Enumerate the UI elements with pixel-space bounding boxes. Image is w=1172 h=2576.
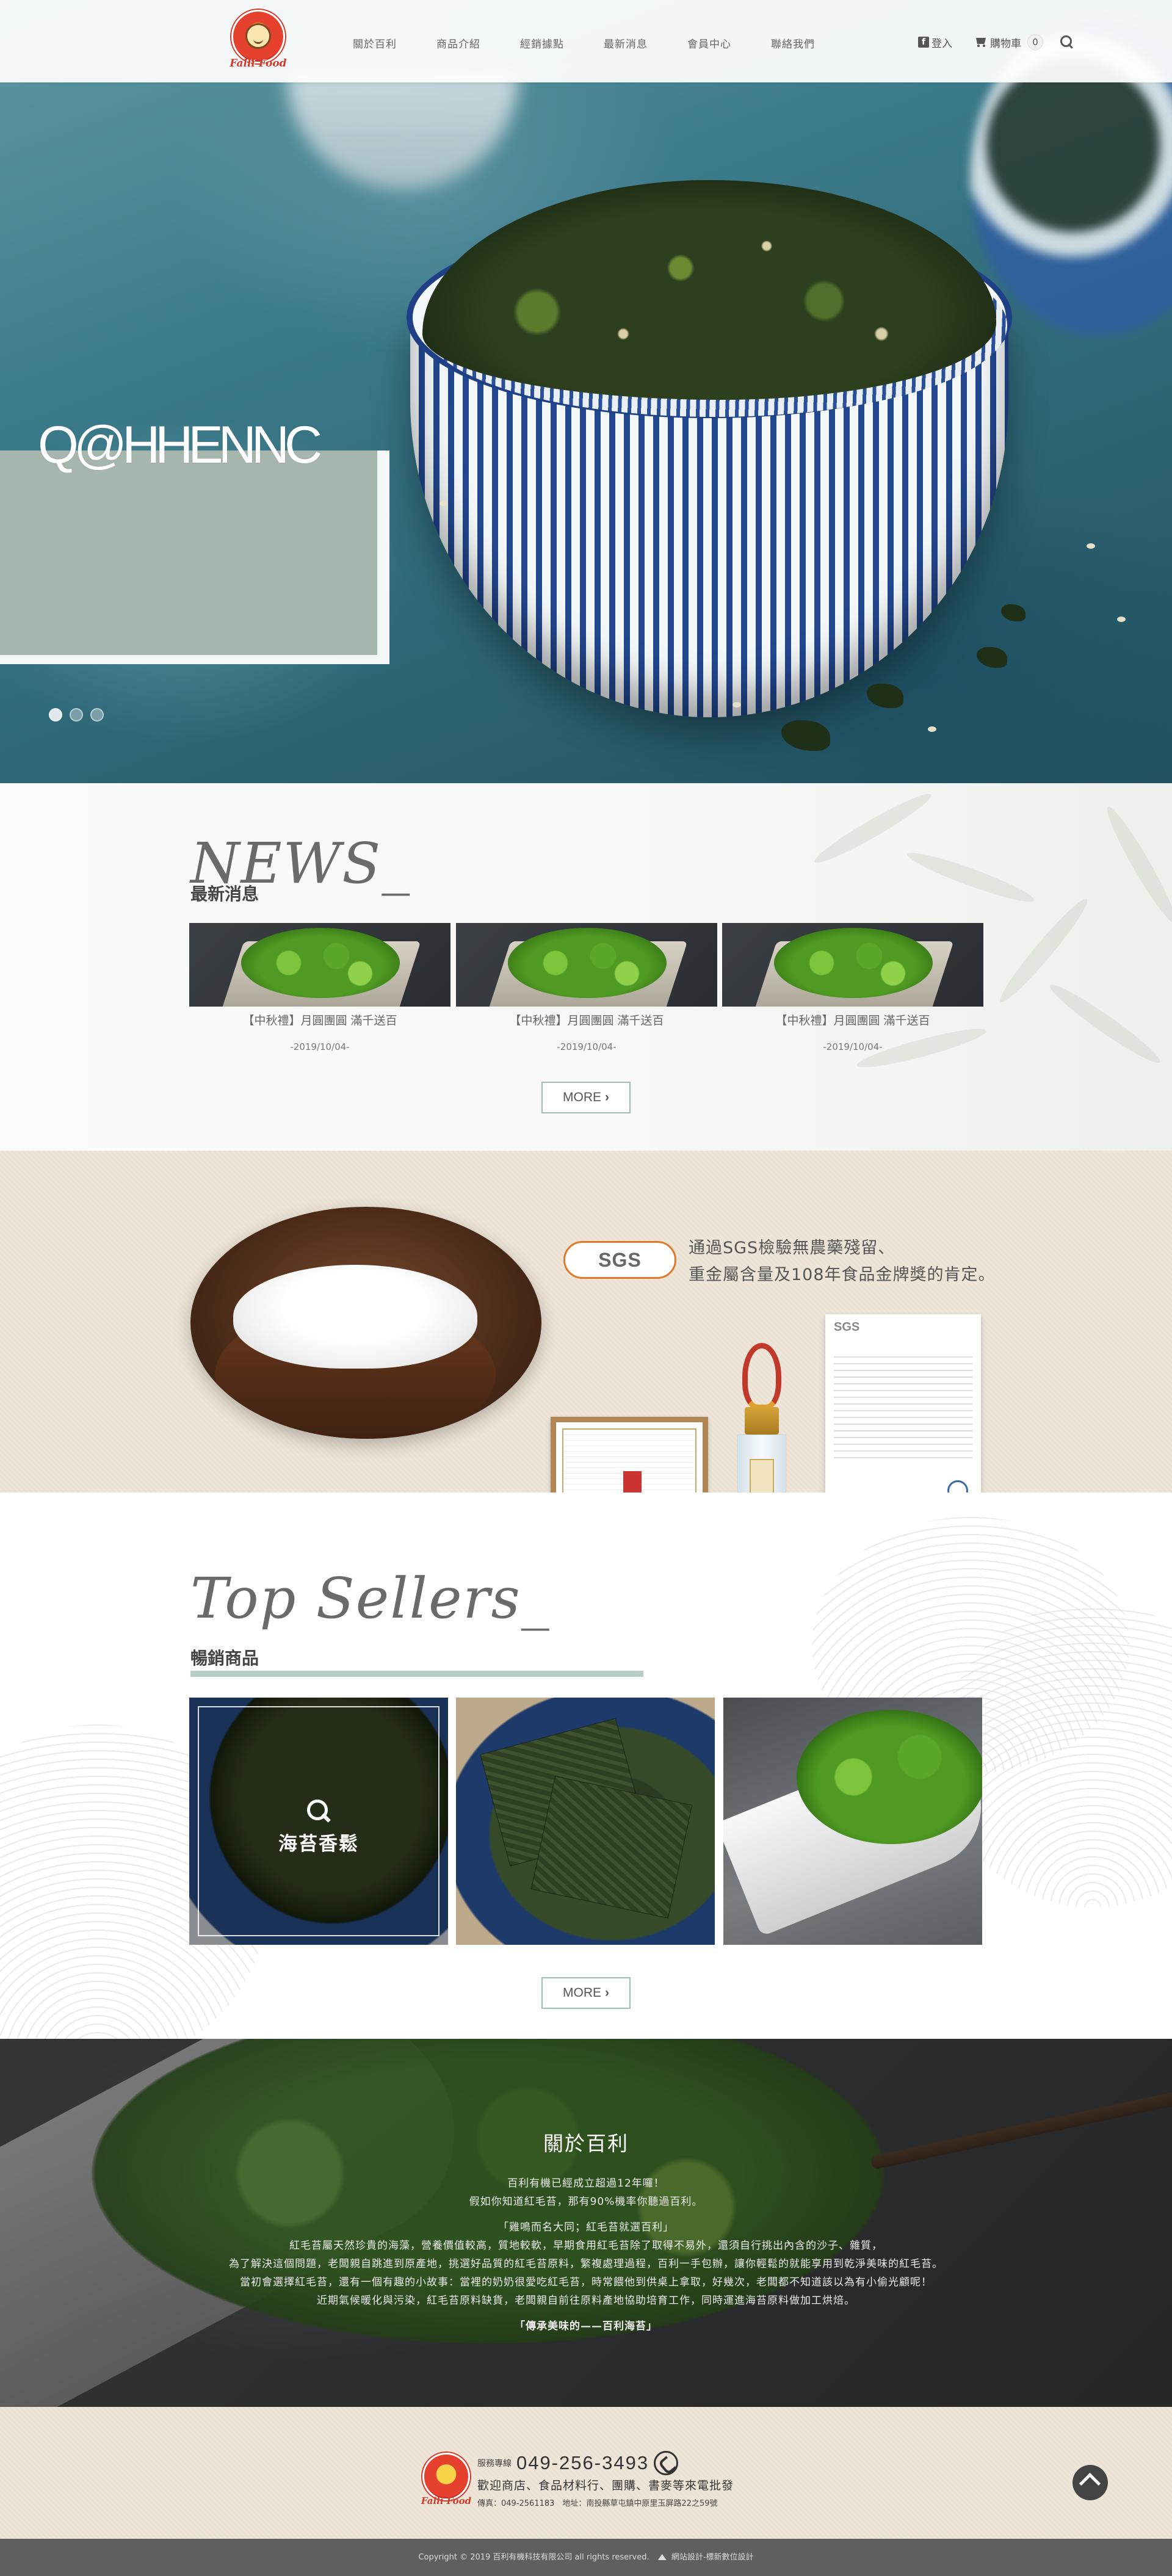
news-date: -2019/10/04- — [823, 1041, 883, 1052]
sellers-more-button[interactable]: MORE › — [541, 1977, 631, 2009]
cart-count-badge: 0 — [1027, 34, 1043, 50]
main-nav: 關於百利 商品介紹 經銷據點 最新消息 會員中心 聯絡我們 — [353, 35, 855, 51]
nav-item-dealers[interactable]: 經銷據點 — [520, 35, 604, 51]
about-section: 關於百利 百利有機已經成立超過12年囉！ 假如你知道紅毛苔，那有90%機率你聽過… — [0, 2039, 1172, 2407]
facebook-icon[interactable]: f — [918, 37, 929, 48]
nav-item-news[interactable]: 最新消息 — [604, 35, 687, 51]
copyright-text: Copyright © 2019 百利有機科技有限公司 all rights r… — [418, 2553, 649, 2562]
phone-number[interactable]: 049-256-3493 — [516, 2452, 649, 2474]
nav-item-about[interactable]: 關於百利 — [353, 35, 436, 51]
sgs-description: 通過SGS檢驗無農藥殘留、 重金屬含量及108年食品金牌獎的肯定。 — [689, 1239, 996, 1284]
news-date: -2019/10/04- — [557, 1041, 617, 1052]
footer-contact-info: 服務專線 049-256-3493 歡迎商店、食品材料行、團購、書麥等來電批發 … — [477, 2451, 734, 2508]
product-card-seaweed-sheets[interactable] — [456, 1698, 715, 1945]
cart-label: 購物車 — [990, 37, 1021, 50]
footer-fax-address: 傳真：049-2561183 地址：南投縣草屯鎮中原里玉屏路22之59號 — [477, 2499, 718, 2508]
site-header: Falli Food 關於百利 商品介紹 經銷據點 最新消息 會員中心 聯絡我們… — [0, 0, 1172, 82]
slider-dot-1[interactable] — [49, 708, 62, 722]
about-text: 百利有機已經成立超過12年囉！ 假如你知道紅毛苔，那有90%機率你聽過百利。 「… — [229, 2177, 943, 2332]
slider-dots[interactable] — [49, 708, 104, 722]
news-thumbnail[interactable] — [456, 923, 717, 1007]
phone-icon — [654, 2451, 679, 2475]
hero-banner: Q@HHENNC — [0, 0, 1172, 783]
nav-item-products[interactable]: 商品介紹 — [436, 35, 520, 51]
search-icon[interactable] — [1060, 35, 1074, 49]
background-bowl-left — [287, 73, 519, 189]
designer-credit[interactable]: 網站設計-標新數位設計 — [671, 2553, 754, 2562]
hero-caption-box — [0, 450, 389, 664]
top-sellers-section: Top Sellers_ 暢銷商品 海苔香鬆 MORE › — [0, 1492, 1172, 2039]
back-to-top-button[interactable] — [1073, 2465, 1108, 2500]
designer-logo-icon — [657, 2554, 667, 2560]
slider-dot-2[interactable] — [70, 708, 83, 722]
product-name[interactable]: 海苔香鬆 — [189, 1828, 448, 1856]
hero-title: Q@HHENNC — [38, 416, 322, 474]
news-more-button[interactable]: MORE › — [541, 1082, 631, 1113]
news-caption[interactable]: 【中秋禮】月圓團圓 滿千送百 — [722, 1011, 983, 1028]
product-card-seaweed-salad[interactable] — [723, 1698, 982, 1945]
copyright-bar: Copyright © 2019 百利有機科技有限公司 all rights r… — [0, 2539, 1172, 2576]
service-label: 服務專線 — [477, 2459, 512, 2469]
footer-logo[interactable]: Falli Food — [420, 2453, 472, 2511]
flour-bowl-image — [190, 1207, 541, 1439]
nav-item-contact[interactable]: 聯絡我們 — [771, 35, 855, 51]
cart-link[interactable]: 購物車 0 — [974, 34, 1043, 50]
sellers-subtitle: 暢銷商品 — [190, 1648, 259, 1668]
site-logo[interactable]: Falli Food — [230, 10, 287, 73]
news-card[interactable]: 【中秋禮】月圓團圓 滿千送百 -2019/10/04- — [722, 923, 983, 1057]
chevron-right-icon: › — [605, 1090, 609, 1104]
news-caption[interactable]: 【中秋禮】月圓團圓 滿千送百 — [456, 1011, 717, 1028]
news-section: NEWS_ 最新消息 【中秋禮】月圓團圓 滿千送百 -2019/10/04- 【… — [0, 783, 1172, 1151]
magnifier-icon[interactable] — [306, 1798, 331, 1824]
sellers-divider — [190, 1671, 643, 1677]
sgs-certification-section: SGS 通過SGS檢驗無農藥殘留、 重金屬含量及108年食品金牌獎的肯定。 SG… — [0, 1151, 1172, 1529]
news-caption[interactable]: 【中秋禮】月圓團圓 滿千送百 — [189, 1011, 450, 1028]
news-thumbnail[interactable] — [722, 923, 983, 1007]
chevron-right-icon: › — [605, 1986, 609, 2000]
cart-icon — [974, 37, 988, 48]
footer-tagline: 歡迎商店、食品材料行、團購、書麥等來電批發 — [477, 2479, 734, 2492]
about-title: 關於百利 — [543, 2132, 629, 2155]
news-card[interactable]: 【中秋禮】月圓團圓 滿千送百 -2019/10/04- — [189, 923, 450, 1057]
nav-item-members[interactable]: 會員中心 — [687, 35, 771, 51]
sellers-title: Top Sellers_ — [190, 1566, 551, 1631]
news-date: -2019/10/04- — [290, 1041, 350, 1052]
product-card-seaweed-floss[interactable]: 海苔香鬆 — [189, 1698, 448, 1945]
header-actions: f 登入 購物車 0 — [918, 34, 1074, 50]
slider-dot-3[interactable] — [90, 708, 104, 722]
site-footer: Falli Food 服務專線 049-256-3493 歡迎商店、食品材料行、… — [0, 2407, 1172, 2539]
login-link[interactable]: 登入 — [931, 35, 952, 50]
seaweed-bowl-image — [407, 180, 1012, 717]
sgs-badge: SGS — [563, 1241, 676, 1279]
news-card[interactable]: 【中秋禮】月圓團圓 滿千送百 -2019/10/04- — [456, 923, 717, 1057]
news-thumbnail[interactable] — [189, 923, 450, 1007]
news-subtitle: 最新消息 — [190, 884, 259, 904]
